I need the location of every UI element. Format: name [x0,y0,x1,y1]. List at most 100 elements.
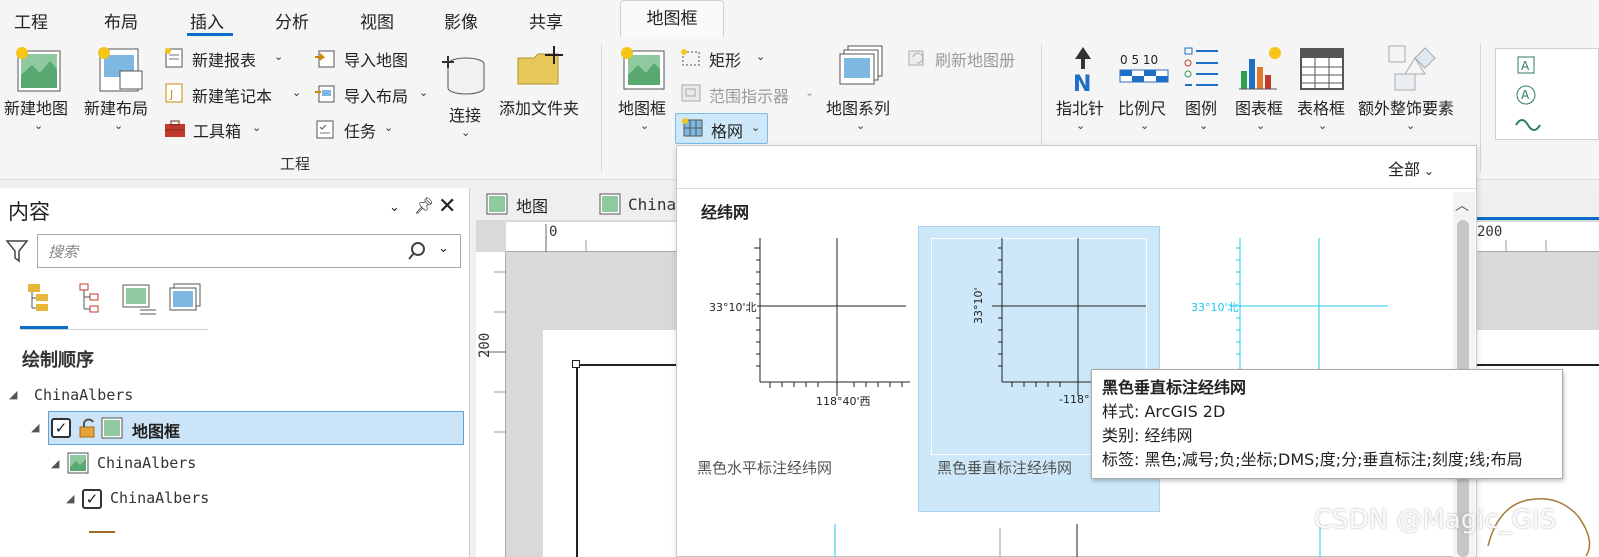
tree-item-layout[interactable]: ChinaAlbers [34,386,133,404]
pin-icon[interactable]: 📌︎ [414,196,434,215]
new-layout-icon[interactable] [92,45,148,93]
chevron-down-icon[interactable]: ⌄ [389,200,400,215]
snapping-list-icon[interactable] [166,282,204,316]
divider [677,188,1476,189]
lock-icon[interactable] [76,417,98,439]
tree-item-map-frame[interactable]: 地图框 [132,418,180,442]
map-series-button[interactable]: 地图系列 [826,95,890,119]
vertical-ruler [476,252,506,557]
filter-icon[interactable] [5,238,29,264]
tab-map-frame-context[interactable]: 地图框 [620,0,724,37]
rectangle-icon [679,47,703,69]
chevron-down-icon[interactable]: ⌄ [640,119,649,132]
chevron-down-icon[interactable]: ⌄ [1256,119,1265,132]
chevron-down-icon[interactable]: ⌄ [1406,119,1415,132]
chevron-down-icon[interactable]: ⌄ [292,86,301,99]
text-style-gallery[interactable]: AA [1495,48,1599,140]
chevron-down-icon[interactable]: ⌄ [114,119,123,132]
extent-indicator-button[interactable]: 范围指示器 [709,83,789,107]
source-list-icon[interactable] [76,282,110,316]
north-arrow-button[interactable]: 指北针 [1056,95,1104,119]
chevron-down-icon[interactable]: ⌄ [856,119,865,132]
table-frame-icon[interactable] [1298,45,1346,93]
search-icon[interactable] [406,240,428,262]
visibility-checkbox[interactable]: ✓ [51,418,71,438]
layer-checkbox[interactable]: ✓ [82,489,102,509]
view-tab-map[interactable]: 地图 [516,193,548,217]
gallery-filter-label: 全部 [1388,160,1421,179]
import-layout-button[interactable]: 导入布局 [344,83,408,107]
new-map-icon[interactable] [10,45,66,93]
scroll-up-icon[interactable]: ︿ [1455,195,1469,215]
gallery-filter-dropdown[interactable]: 全部 ⌄ [1388,156,1434,180]
database-icon[interactable] [440,52,490,98]
chevron-down-icon: ⌄ [1420,164,1434,178]
rectangle-button[interactable]: 矩形 [709,47,741,71]
add-folder-icon[interactable] [516,44,568,88]
contents-title: 内容 [8,200,50,224]
map-frame-button[interactable]: 地图框 [618,95,666,119]
task-button[interactable]: 任务 [344,118,376,142]
chevron-down-icon[interactable]: ⌄ [34,119,43,132]
tab-insert[interactable]: 插入 [190,8,224,33]
chevron-down-icon[interactable]: ⌄ [419,86,428,99]
chart-frame-button[interactable]: 图表框 [1235,95,1283,119]
lat-label: 33°10'北 [709,299,757,315]
group-separator [601,44,602,172]
scale-bar-button[interactable]: 比例尺 [1118,95,1166,119]
menu-bar [0,0,1599,38]
selection-list-icon[interactable] [120,282,158,316]
report-icon [163,47,185,69]
new-notebook-button[interactable]: 新建笔记本 [192,83,272,107]
expand-icon[interactable]: ◢ [9,388,17,401]
chevron-down-icon[interactable]: ⌄ [274,50,283,63]
add-folder-button[interactable]: 添加文件夹 [499,95,579,119]
more-surrounds-icon[interactable] [1385,44,1439,94]
chevron-down-icon[interactable]: ⌄ [461,126,470,139]
chevron-down-icon[interactable]: ⌄ [1140,119,1149,132]
close-icon[interactable]: ✕ [438,194,456,219]
chevron-down-icon[interactable]: ⌄ [805,86,814,99]
chevron-down-icon[interactable]: ⌄ [1076,119,1085,132]
legend-button[interactable]: 图例 [1185,95,1217,119]
connect-button[interactable]: 连接 [449,102,481,126]
tab-project[interactable]: 工程 [14,8,48,33]
chevron-down-icon[interactable]: ⌄ [1318,119,1327,132]
more-surrounds-button[interactable]: 额外整饰要素 [1358,95,1454,119]
drawing-order-icon[interactable] [24,282,60,316]
expand-icon[interactable]: ◢ [31,421,39,434]
toolbox-button[interactable]: 工具箱 [193,118,241,142]
tree-item-layer[interactable]: ChinaAlbers [110,489,209,507]
tab-share[interactable]: 共享 [529,8,563,33]
tab-layout[interactable]: 布局 [104,8,138,33]
import-map-button[interactable]: 导入地图 [344,47,408,71]
tab-analysis[interactable]: 分析 [275,8,309,33]
map-series-icon[interactable] [836,44,886,94]
gallery-item-label: 黑色水平标注经纬网 [697,459,833,477]
expand-icon[interactable]: ◢ [51,457,59,470]
map-frame-icon[interactable] [618,45,668,93]
chevron-down-icon[interactable]: ⌄ [252,121,261,134]
new-report-button[interactable]: 新建报表 [192,47,256,71]
chevron-down-icon[interactable]: ⌄ [1199,119,1208,132]
legend-icon[interactable] [1182,45,1222,93]
tab-imagery[interactable]: 影像 [444,8,478,33]
chevron-down-icon[interactable]: ⌄ [438,241,449,256]
tab-view[interactable]: 视图 [360,8,394,33]
new-map-button[interactable]: 新建地图 [4,95,68,119]
scale-bar-icon[interactable]: 0 5 10 [1117,50,1171,88]
chevron-down-icon[interactable]: ⌄ [751,121,760,134]
expand-icon[interactable]: ◢ [66,492,74,505]
search-input[interactable]: 搜索 ⌄ [37,234,461,268]
toolbox-icon [163,118,187,140]
selection-handle[interactable] [572,360,580,368]
refresh-map-series-button[interactable]: 刷新地图册 [935,47,1015,71]
chevron-down-icon[interactable]: ⌄ [756,50,765,63]
table-frame-button[interactable]: 表格框 [1297,95,1345,119]
svg-text:J: J [169,88,173,101]
new-layout-button[interactable]: 新建布局 [84,95,148,119]
chevron-down-icon[interactable]: ⌄ [384,121,393,134]
tree-item-map[interactable]: ChinaAlbers [97,454,196,472]
chart-frame-icon[interactable] [1237,45,1287,93]
north-arrow-icon[interactable]: N [1065,45,1101,97]
